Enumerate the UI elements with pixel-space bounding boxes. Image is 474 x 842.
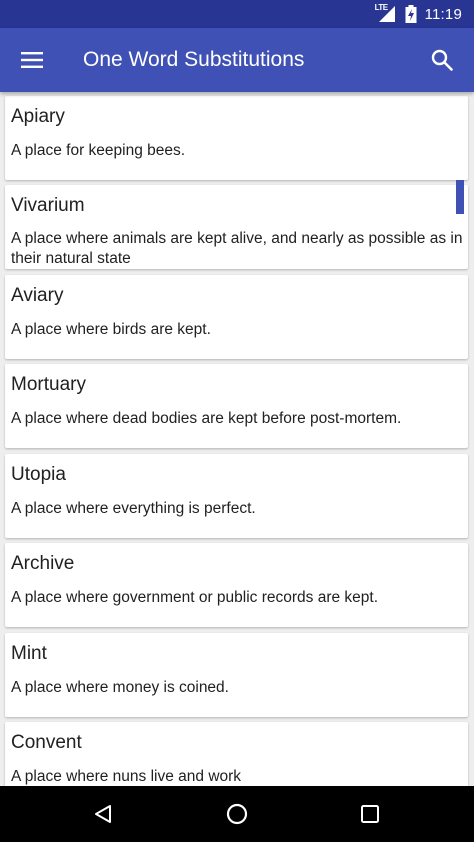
word-title: Convent	[11, 732, 82, 753]
word-title: Aviary	[11, 285, 64, 306]
menu-button[interactable]	[12, 40, 52, 80]
home-button[interactable]	[217, 794, 257, 834]
list-item[interactable]: Vivarium A place where animals are kept …	[5, 185, 468, 269]
word-definition: A place where everything is perfect.	[11, 500, 256, 517]
word-title: Vivarium	[11, 195, 85, 216]
hamburger-menu-icon	[21, 52, 43, 68]
list-item[interactable]: Convent A place where nuns live and work	[5, 722, 468, 786]
list-item[interactable]: Archive A place where government or publ…	[5, 543, 468, 627]
status-icons: LTE 11:19	[375, 0, 462, 28]
list-item[interactable]: Utopia A place where everything is perfe…	[5, 454, 468, 538]
network-type-label: LTE	[374, 3, 389, 12]
back-button[interactable]	[83, 794, 123, 834]
back-triangle-icon	[95, 805, 111, 823]
word-definition: A place where dead bodies are kept befor…	[11, 410, 402, 427]
word-title: Mortuary	[11, 374, 86, 395]
word-definition: A place where birds are kept.	[11, 321, 211, 338]
word-definition: A place where nuns live and work	[11, 768, 242, 785]
page-title: One Word Substitutions	[83, 48, 305, 71]
word-title: Mint	[11, 643, 47, 664]
scrollbar-thumb[interactable]	[456, 180, 464, 214]
status-time: 11:19	[424, 5, 462, 23]
list-item[interactable]: Aviary A place where birds are kept.	[5, 275, 468, 359]
word-definition: A place for keeping bees.	[11, 142, 186, 159]
recents-button[interactable]	[350, 794, 390, 834]
lte-signal-icon: LTE	[374, 3, 397, 23]
recents-square-icon	[361, 805, 379, 823]
list-item[interactable]: Apiary A place for keeping bees.	[5, 96, 468, 180]
app-bar: One Word Substitutions	[0, 28, 474, 92]
search-button[interactable]	[422, 40, 462, 80]
status-bar: LTE 11:19	[0, 0, 474, 28]
word-definition: A place where government or public recor…	[11, 589, 379, 606]
battery-charging-icon	[405, 5, 417, 23]
list-item[interactable]: Mortuary A place where dead bodies are k…	[5, 364, 468, 448]
system-nav-bar	[0, 786, 474, 842]
list-item[interactable]: Mint A place where money is coined.	[5, 633, 468, 717]
word-definition: A place where money is coined.	[11, 679, 229, 696]
home-circle-icon	[226, 803, 248, 825]
word-definition: A place where animals are kept alive, an…	[11, 230, 463, 267]
word-title: Utopia	[11, 464, 66, 485]
word-title: Archive	[11, 553, 75, 574]
word-title: Apiary	[11, 106, 65, 127]
word-list[interactable]: Apiary A place for keeping bees. Vivariu…	[0, 92, 474, 786]
search-icon	[431, 49, 453, 71]
